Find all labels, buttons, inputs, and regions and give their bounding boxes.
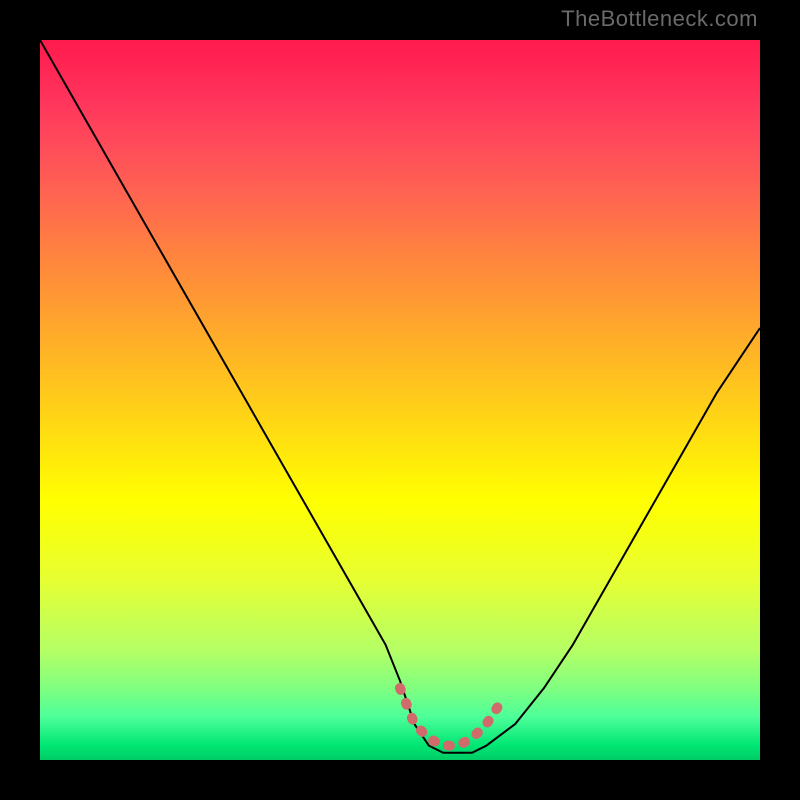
- highlight-band-path: [400, 688, 501, 746]
- chart-frame: TheBottleneck.com: [0, 0, 800, 800]
- curve-svg: [40, 40, 760, 760]
- plot-area: [40, 40, 760, 760]
- bottleneck-curve-path: [40, 40, 760, 753]
- watermark-text: TheBottleneck.com: [561, 6, 758, 32]
